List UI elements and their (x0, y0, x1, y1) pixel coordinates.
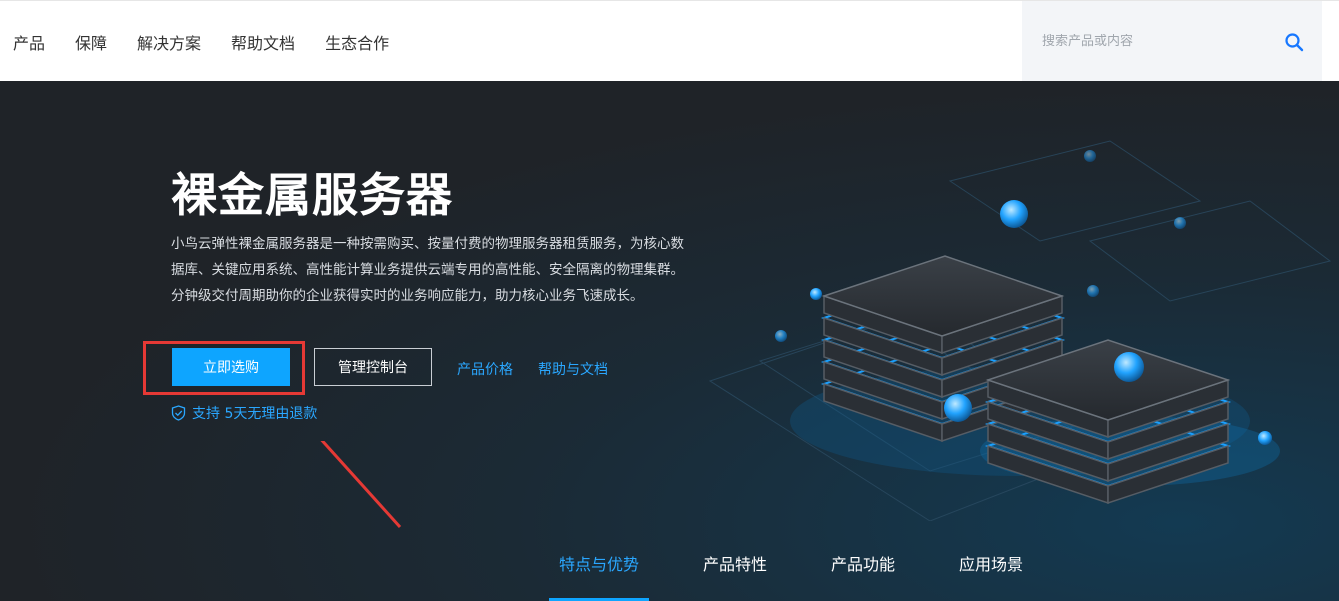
nav-item-solutions[interactable]: 解决方案 (137, 30, 201, 54)
console-button[interactable]: 管理控制台 (314, 348, 432, 386)
server-illustration (708, 140, 1332, 521)
search-icon[interactable] (1284, 32, 1304, 52)
tab-use-cases[interactable]: 应用场景 (949, 543, 1033, 601)
refund-support: 支持 5天无理由退款 (171, 403, 317, 423)
tab-features-advantages[interactable]: 特点与优势 (549, 543, 650, 601)
shield-check-icon (171, 405, 186, 421)
refund-support-text: 支持 5天无理由退款 (192, 406, 318, 422)
top-navigation: 产品 保障 解决方案 帮助文档 生态合作 (0, 0, 1339, 82)
search-input[interactable] (1042, 34, 1272, 49)
nav-item-help-docs[interactable]: 帮助文档 (231, 30, 295, 54)
annotation-highlight-box (143, 341, 305, 395)
server-stack-left (820, 255, 1066, 443)
section-tabs: 特点与优势 产品特性 产品功能 应用场景 (549, 543, 1077, 601)
hero-banner: 裸金属服务器 小鸟云弹性裸金属服务器是一种按需购买、按量付费的物理服务器租赁服务… (0, 81, 1339, 601)
search-box (1022, 1, 1322, 82)
nav-item-ecosystem[interactable]: 生态合作 (325, 30, 389, 54)
nav-menu: 产品 保障 解决方案 帮助文档 生态合作 (13, 1, 419, 82)
tab-product-features[interactable]: 产品特性 (693, 543, 777, 601)
help-docs-link[interactable]: 帮助与文档 (538, 359, 608, 379)
pricing-link[interactable]: 产品价格 (457, 359, 513, 379)
tab-product-functions[interactable]: 产品功能 (821, 543, 905, 601)
annotation-arrow-icon (320, 441, 402, 529)
nav-item-guarantee[interactable]: 保障 (75, 30, 107, 54)
page-title: 裸金属服务器 (171, 168, 453, 222)
hero-description: 小鸟云弹性裸金属服务器是一种按需购买、按量付费的物理服务器租赁服务，为核心数据库… (171, 236, 684, 304)
nav-item-products[interactable]: 产品 (13, 30, 45, 54)
